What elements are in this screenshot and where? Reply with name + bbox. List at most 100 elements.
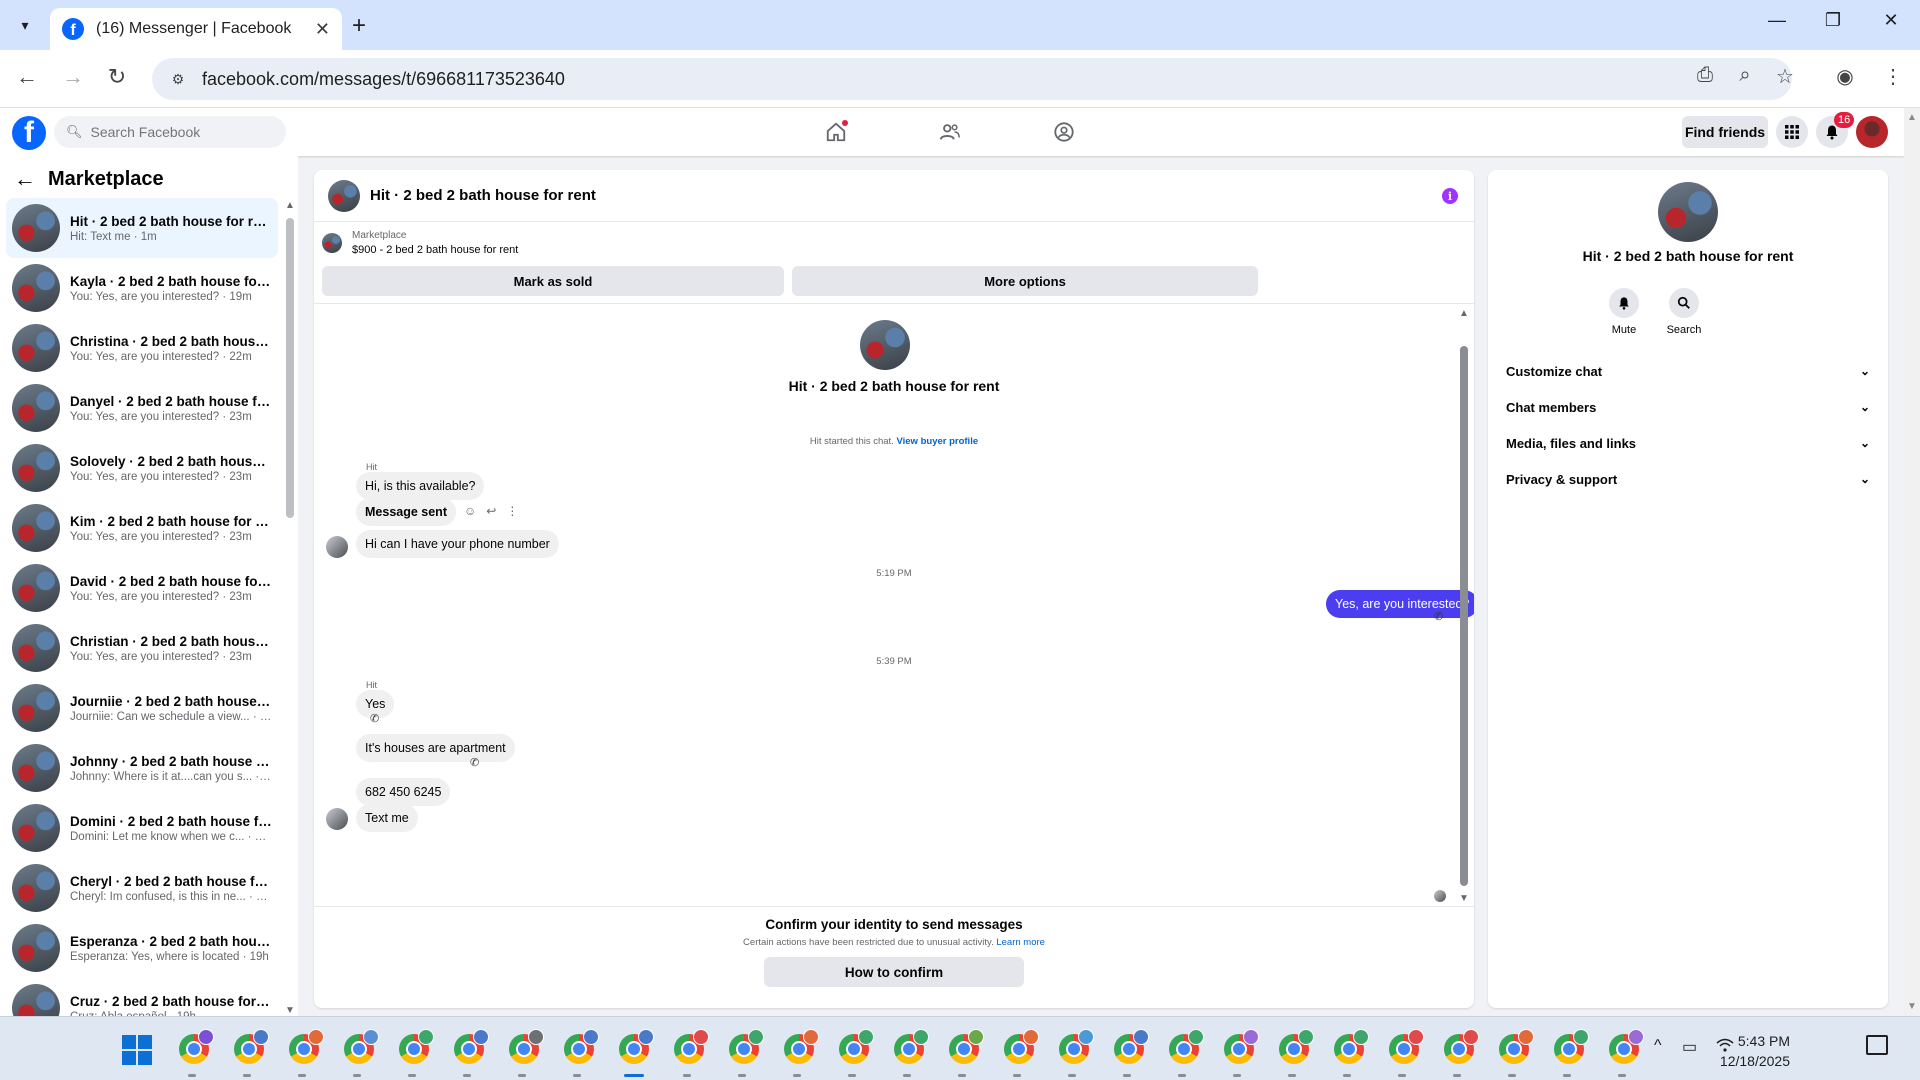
facebook-logo-icon[interactable]: f [12, 116, 46, 150]
chrome-taskbar-icon[interactable] [726, 1029, 764, 1077]
chrome-taskbar-icon[interactable] [561, 1029, 599, 1077]
back-arrow-icon[interactable]: ← [12, 64, 42, 90]
chrome-taskbar-icon[interactable] [506, 1029, 544, 1077]
page-scrollbar[interactable]: ▲ ▼ [1904, 108, 1920, 1016]
message-bubble-sent[interactable]: Message sent [356, 498, 456, 526]
how-to-confirm-button[interactable]: How to confirm [764, 957, 1024, 987]
media-files-links-row[interactable]: Media, files and links ⌄ [1500, 428, 1876, 458]
learn-more-link[interactable]: Learn more [996, 937, 1045, 948]
more-options-button[interactable]: More options [792, 266, 1258, 296]
chrome-taskbar-icon[interactable] [1111, 1029, 1149, 1077]
scroll-down-arrow-icon[interactable]: ▼ [285, 1005, 295, 1016]
scroll-down-arrow-icon[interactable]: ▼ [1907, 1001, 1917, 1012]
friends-nav-icon[interactable] [930, 116, 970, 148]
conversation-item[interactable]: Cruz · 2 bed 2 bath house for r...Cruz: … [6, 978, 278, 1016]
conversation-scrollbar[interactable]: ▲ ▼ [1458, 308, 1470, 904]
chat-title[interactable]: Hit · 2 bed 2 bath house for rent [370, 187, 596, 204]
mute-button[interactable]: Mute [1594, 288, 1654, 336]
home-nav-icon[interactable] [816, 116, 856, 148]
conversation-item[interactable]: Danyel · 2 bed 2 bath house fo... You: Ye… [6, 378, 278, 438]
chrome-taskbar-icon[interactable] [1331, 1029, 1369, 1077]
browser-menu-icon[interactable]: ⋮ [1878, 64, 1908, 89]
chrome-taskbar-icon[interactable] [616, 1029, 654, 1077]
sidebar-scrollbar[interactable]: ▲ ▼ [284, 200, 296, 1016]
windows-start-icon[interactable] [122, 1035, 152, 1065]
privacy-support-row[interactable]: Privacy & support ⌄ [1500, 464, 1876, 494]
notification-center-icon[interactable] [1866, 1035, 1888, 1055]
back-arrow-icon[interactable]: ← [14, 166, 36, 192]
forward-arrow-icon[interactable]: → [58, 64, 88, 90]
tab-close-icon[interactable]: ✕ [315, 19, 330, 40]
message-bubble[interactable]: It's houses are apartment [356, 734, 515, 762]
chat-avatar[interactable] [328, 179, 360, 212]
chrome-taskbar-icon[interactable] [1166, 1029, 1204, 1077]
tray-overflow-chevron-icon[interactable]: ^ [1654, 1037, 1662, 1055]
find-friends-button[interactable]: Find friends [1682, 116, 1768, 148]
chrome-taskbar-icon[interactable] [946, 1029, 984, 1077]
listing-info[interactable]: Marketplace $900 - 2 bed 2 bath house fo… [322, 230, 518, 256]
chrome-taskbar-icon[interactable] [451, 1029, 489, 1077]
chrome-taskbar-icon[interactable] [836, 1029, 874, 1077]
conversation-item[interactable]: David · 2 bed 2 bath house for ... You: Y… [6, 558, 278, 618]
view-buyer-profile-link[interactable]: View buyer profile [896, 436, 978, 447]
scroll-down-arrow-icon[interactable]: ▼ [1459, 893, 1469, 904]
chrome-taskbar-icon[interactable] [1221, 1029, 1259, 1077]
info-avatar[interactable] [1658, 182, 1718, 242]
scroll-up-arrow-icon[interactable]: ▲ [285, 200, 295, 211]
zoom-icon[interactable]: ⌕ [1730, 64, 1760, 87]
groups-nav-icon[interactable] [1044, 116, 1084, 148]
reload-icon[interactable]: ↻ [102, 64, 132, 90]
chrome-taskbar-icon[interactable] [1496, 1029, 1534, 1077]
bookmark-star-icon[interactable]: ☆ [1770, 64, 1800, 89]
system-clock[interactable]: 5:43 PM 12/18/2025 [1710, 1031, 1790, 1071]
mark-as-sold-button[interactable]: Mark as sold [322, 266, 784, 296]
facebook-search-input[interactable] [90, 124, 271, 140]
conversation-item[interactable]: Esperanza · 2 bed 2 bath house... Esperan… [6, 918, 278, 978]
react-emoji-icon[interactable]: ☺ [464, 504, 476, 518]
close-window-icon[interactable]: ✕ [1866, 10, 1916, 31]
message-bubble[interactable]: Text me [356, 804, 418, 832]
battery-icon[interactable]: ▭ [1682, 1037, 1697, 1057]
conversation-item[interactable]: Domini · 2 bed 2 bath house fo... Domini:… [6, 798, 278, 858]
facebook-search-box[interactable]: 🔍︎ [54, 116, 286, 148]
conversation-item[interactable]: Johnny · 2 bed 2 bath house fo... Johnny:… [6, 738, 278, 798]
chrome-taskbar-icon[interactable] [781, 1029, 819, 1077]
reply-icon[interactable]: ↩ [486, 504, 496, 518]
minimize-window-icon[interactable]: — [1752, 10, 1802, 31]
message-bubble[interactable]: Hi can I have your phone number [356, 530, 559, 558]
conversation-item[interactable]: Cheryl · 2 bed 2 bath house for... Cheryl… [6, 858, 278, 918]
chrome-taskbar-icon[interactable] [1386, 1029, 1424, 1077]
conversation-item[interactable]: Kim · 2 bed 2 bath house for rent You: Ye… [6, 498, 278, 558]
chrome-taskbar-icon[interactable] [671, 1029, 709, 1077]
browser-tab-active[interactable]: f (16) Messenger | Facebook ✕ [50, 8, 342, 50]
conversation-item[interactable]: Christina · 2 bed 2 bath house f... You: … [6, 318, 278, 378]
more-actions-icon[interactable]: ⋮ [506, 504, 518, 518]
message-bubble[interactable]: Hi, is this available? [356, 472, 485, 500]
sidebar-scroll-thumb[interactable] [286, 218, 294, 518]
install-app-icon[interactable]: ⎙ [1690, 64, 1720, 87]
scroll-up-arrow-icon[interactable]: ▲ [1459, 308, 1469, 319]
chrome-taskbar-icon[interactable] [231, 1029, 269, 1077]
address-bar[interactable]: ⚙ facebook.com/messages/t/69668117352364… [152, 58, 1792, 100]
chrome-taskbar-icon[interactable] [891, 1029, 929, 1077]
tab-search-chevron-icon[interactable]: ▾ [8, 10, 42, 40]
account-avatar[interactable] [1856, 116, 1888, 148]
chrome-taskbar-icon[interactable] [341, 1029, 379, 1077]
customize-chat-row[interactable]: Customize chat ⌄ [1500, 356, 1876, 386]
conversation-scroll-thumb[interactable] [1460, 346, 1468, 886]
message-bubble[interactable]: 682 450 6245 [356, 778, 451, 806]
new-tab-plus-icon[interactable]: + [352, 12, 366, 40]
scroll-up-arrow-icon[interactable]: ▲ [1907, 112, 1917, 123]
menu-grid-icon[interactable] [1776, 116, 1808, 148]
site-info-icon[interactable]: ⚙ [168, 69, 188, 89]
chrome-taskbar-icon[interactable] [396, 1029, 434, 1077]
conversation-item[interactable]: Solovely · 2 bed 2 bath house f... You: Y… [6, 438, 278, 498]
search-in-chat-button[interactable]: Search [1654, 288, 1714, 336]
conversation-item[interactable]: Christian · 2 bed 2 bath house f... You: … [6, 618, 278, 678]
info-icon[interactable]: i [1442, 188, 1458, 204]
chrome-taskbar-icon[interactable] [176, 1029, 214, 1077]
chrome-taskbar-icon[interactable] [1001, 1029, 1039, 1077]
chrome-taskbar-icon[interactable] [1056, 1029, 1094, 1077]
chrome-taskbar-icon[interactable] [1441, 1029, 1479, 1077]
conversation-item[interactable]: Hit · 2 bed 2 bath house for rent Hit: Te… [6, 198, 278, 258]
